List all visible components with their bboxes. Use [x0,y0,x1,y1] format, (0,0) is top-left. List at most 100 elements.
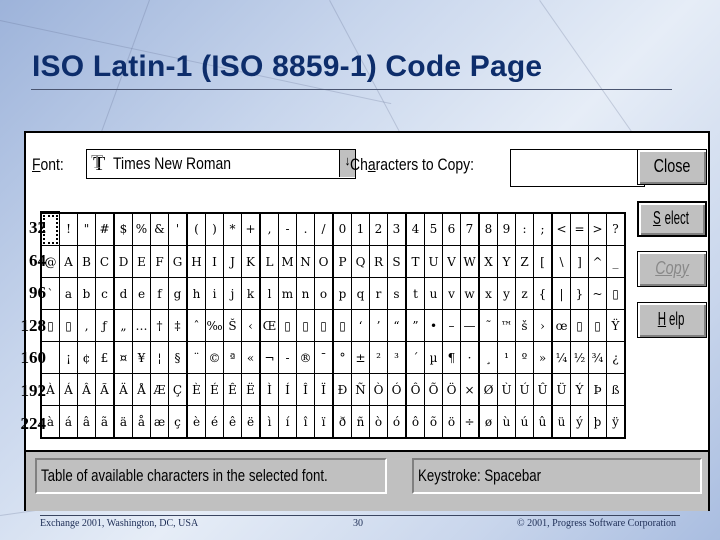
char-cell[interactable]: - [278,212,297,246]
char-cell[interactable]: C [95,245,115,278]
char-cell[interactable]: ▯ [296,309,315,342]
char-cell[interactable]: j [223,277,242,310]
char-cell[interactable]: ^ [588,245,607,278]
char-cell[interactable]: ì [259,405,279,439]
char-cell[interactable]: ¶ [442,341,461,374]
char-cell[interactable]: Ó [387,373,407,406]
char-cell[interactable]: ‹ [241,309,261,342]
char-cell[interactable]: Û [533,373,553,406]
char-cell[interactable]: , [259,212,279,246]
char-cell[interactable]: : [515,212,534,246]
char-cell[interactable]: - [278,341,297,374]
char-cell[interactable]: ñ [351,405,370,439]
char-cell[interactable]: J [223,245,242,278]
help-button[interactable]: Help [637,302,707,338]
char-cell[interactable]: F [150,245,169,278]
char-cell[interactable]: * [223,212,242,246]
char-cell[interactable]: > [588,212,607,246]
char-cell[interactable]: › [533,309,553,342]
char-cell[interactable]: ` [40,277,60,310]
char-cell[interactable]: ê [223,405,242,439]
char-cell[interactable]: Ú [515,373,534,406]
char-cell[interactable]: l [259,277,279,310]
char-cell[interactable]: ) [205,212,224,246]
char-cell[interactable]: " [77,212,96,246]
char-cell[interactable]: & [150,212,169,246]
char-cell[interactable]: A [59,245,78,278]
char-cell[interactable] [40,341,60,374]
char-cell[interactable]: Ü [551,373,571,406]
char-cell[interactable]: p [332,277,352,310]
char-cell[interactable]: 5 [424,212,443,246]
char-cell[interactable]: » [533,341,553,374]
char-cell[interactable]: Z [515,245,534,278]
char-cell[interactable]: ä [113,405,133,439]
select-button[interactable]: Select [637,201,707,237]
char-cell[interactable]: Ä [113,373,133,406]
char-cell[interactable]: 8 [478,212,498,246]
char-cell[interactable]: 3 [387,212,407,246]
char-cell[interactable]: g [168,277,188,310]
char-cell[interactable]: É [205,373,224,406]
char-cell[interactable]: Â [77,373,96,406]
char-cell[interactable] [40,211,60,246]
char-cell[interactable]: O [314,245,334,278]
char-cell[interactable]: ˜ [478,309,498,342]
char-cell[interactable]: Ý [570,373,589,406]
char-cell[interactable]: ù [497,405,516,439]
char-cell[interactable]: # [95,212,115,246]
char-cell[interactable]: Š [223,309,242,342]
char-cell[interactable]: ¢ [77,341,96,374]
char-cell[interactable]: „ [113,309,133,342]
char-cell[interactable]: ¥ [132,341,151,374]
char-cell[interactable]: Y [497,245,516,278]
char-cell[interactable]: ˆ [186,309,206,342]
char-cell[interactable]: Ï [314,373,334,406]
char-cell[interactable]: ‰ [205,309,224,342]
char-cell[interactable]: / [314,212,334,246]
char-cell[interactable]: ° [332,341,352,374]
char-cell[interactable]: I [205,245,224,278]
char-cell[interactable]: – [442,309,461,342]
char-cell[interactable]: L [259,245,279,278]
char-cell[interactable]: û [533,405,553,439]
char-cell[interactable]: ² [369,341,388,374]
char-cell[interactable]: á [59,405,78,439]
char-cell[interactable]: ¬ [259,341,279,374]
char-cell[interactable]: % [132,212,151,246]
char-cell[interactable]: Ñ [351,373,370,406]
char-cell[interactable]: æ [150,405,169,439]
char-cell[interactable]: b [77,277,96,310]
char-cell[interactable]: ~ [588,277,607,310]
char-cell[interactable]: \ [551,245,571,278]
char-cell[interactable]: ¿ [606,341,626,374]
char-cell[interactable]: ö [442,405,461,439]
char-cell[interactable]: ± [351,341,370,374]
char-cell[interactable]: Ð [332,373,352,406]
char-cell[interactable]: “ [387,309,407,342]
char-cell[interactable]: < [551,212,571,246]
char-cell[interactable]: À [40,373,60,406]
char-cell[interactable]: … [132,309,151,342]
char-cell[interactable]: Ù [497,373,516,406]
char-cell[interactable]: D [113,245,133,278]
char-cell[interactable]: Ò [369,373,388,406]
char-cell[interactable]: Í [278,373,297,406]
close-button[interactable]: Close [637,149,707,185]
char-cell[interactable]: â [77,405,96,439]
char-cell[interactable]: H [186,245,206,278]
char-cell[interactable]: ð [332,405,352,439]
char-cell[interactable]: ▯ [588,309,607,342]
char-cell[interactable]: E [132,245,151,278]
char-cell[interactable]: a [59,277,78,310]
char-cell[interactable]: x [478,277,498,310]
char-cell[interactable]: 4 [405,212,425,246]
char-cell[interactable]: f [150,277,169,310]
char-cell[interactable]: ▯ [59,309,78,342]
char-cell[interactable]: ▯ [314,309,334,342]
char-cell[interactable]: ? [606,212,626,246]
char-cell[interactable]: i [205,277,224,310]
char-cell[interactable]: š [515,309,534,342]
char-cell[interactable]: ’ [369,309,388,342]
char-cell[interactable]: Œ [259,309,279,342]
